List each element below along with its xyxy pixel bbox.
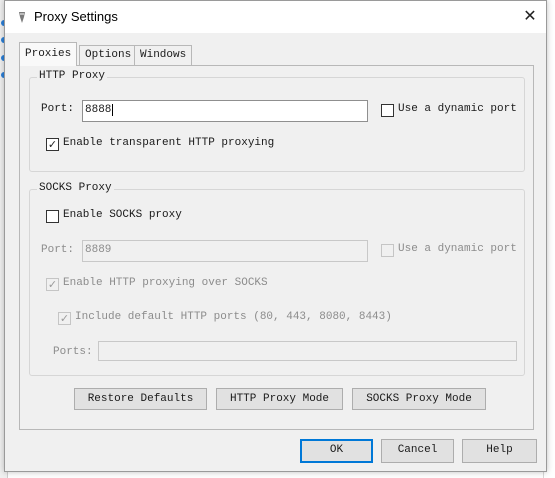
transparent-proxy-checkbox[interactable]: ✓	[46, 138, 59, 151]
tab-proxies[interactable]: Proxies	[19, 42, 78, 66]
proxies-tab-panel: HTTP Proxy Port: 8888 Use a dynamic port…	[19, 65, 534, 430]
ports-label: Ports:	[53, 346, 93, 358]
ports-input[interactable]	[98, 341, 517, 361]
text-caret	[112, 104, 114, 116]
socks-port-label: Port:	[41, 244, 75, 256]
include-default-ports-label[interactable]: Include default HTTP ports (80, 443, 808…	[75, 311, 392, 323]
socks-dynamic-port-checkbox[interactable]	[381, 244, 394, 257]
http-proxy-mode-button[interactable]: HTTP Proxy Mode	[216, 388, 343, 410]
tab-windows[interactable]: Windows	[134, 45, 193, 65]
http-proxy-group-title: HTTP Proxy	[37, 70, 108, 82]
socks-proxy-mode-button[interactable]: SOCKS Proxy Mode	[352, 388, 486, 410]
socks-dynamic-port-label[interactable]: Use a dynamic port	[398, 243, 517, 255]
http-proxy-group	[29, 77, 525, 172]
title-bar[interactable]: Proxy Settings ✕	[5, 1, 546, 33]
ok-button[interactable]: OK	[300, 439, 373, 463]
http-over-socks-checkbox[interactable]: ✓	[46, 278, 59, 291]
enable-socks-label[interactable]: Enable SOCKS proxy	[63, 209, 182, 221]
enable-socks-checkbox[interactable]	[46, 210, 59, 223]
window-title: Proxy Settings	[34, 9, 118, 24]
http-over-socks-label[interactable]: Enable HTTP proxying over SOCKS	[63, 277, 268, 289]
http-dynamic-port-label[interactable]: Use a dynamic port	[398, 103, 517, 115]
cancel-button[interactable]: Cancel	[381, 439, 454, 463]
http-port-label: Port:	[41, 103, 75, 115]
restore-defaults-button[interactable]: Restore Defaults	[74, 388, 207, 410]
http-dynamic-port-checkbox[interactable]	[381, 104, 394, 117]
transparent-proxy-label[interactable]: Enable transparent HTTP proxying	[63, 137, 274, 149]
proxy-settings-dialog: Proxy Settings ✕ Proxies Options Windows…	[4, 0, 547, 472]
close-icon: ✕	[523, 8, 537, 25]
close-button[interactable]: ✕	[514, 1, 546, 33]
help-button[interactable]: Help	[462, 439, 537, 463]
socks-port-input[interactable]: 8889	[82, 240, 368, 262]
include-default-ports-checkbox[interactable]: ✓	[58, 312, 71, 325]
fiddler-app-icon	[19, 12, 25, 23]
http-port-value: 8888	[85, 104, 112, 116]
http-port-input[interactable]: 8888	[82, 100, 368, 122]
tab-options[interactable]: Options	[79, 45, 138, 65]
socks-proxy-group-title: SOCKS Proxy	[37, 182, 114, 194]
